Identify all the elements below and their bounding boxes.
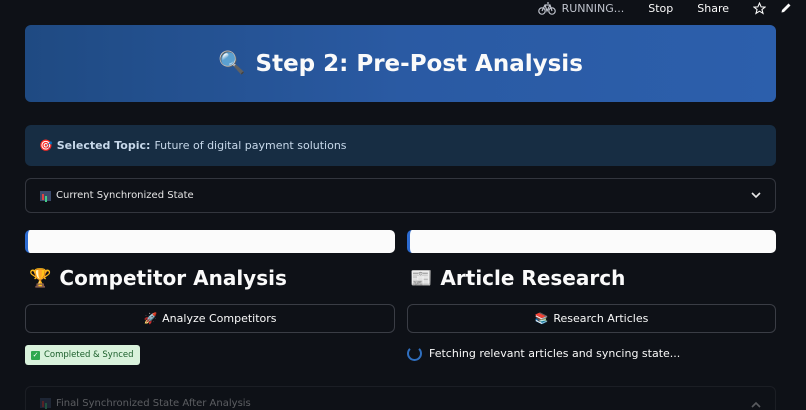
star-icon[interactable]	[753, 1, 766, 15]
newspaper-icon: 📰	[410, 267, 433, 289]
chevron-down-icon	[751, 189, 761, 202]
articles-section-title: 📰 Article Research	[410, 266, 625, 290]
competitor-title-text: Competitor Analysis	[59, 266, 287, 290]
pencil-icon[interactable]	[780, 2, 792, 14]
chart-icon	[40, 190, 51, 201]
final-state-expander-label: Final Synchronized State After Analysis	[56, 398, 251, 409]
trophy-icon: 🏆	[29, 267, 52, 289]
chevron-up-icon	[751, 398, 761, 410]
target-icon: 🎯	[39, 139, 53, 152]
research-articles-button[interactable]: 📚 Research Articles	[407, 304, 776, 333]
rocket-icon: 🚀	[143, 312, 158, 325]
app-toolbar: RUNNING... Stop Share	[537, 0, 806, 16]
page-title: Step 2: Pre-Post Analysis	[255, 50, 583, 77]
running-status-label: RUNNING...	[561, 1, 625, 15]
magnifier-icon: 🔍	[218, 51, 246, 76]
analyze-competitors-label: Analyze Competitors	[162, 312, 277, 325]
page-header-banner: 🔍 Step 2: Pre-Post Analysis	[25, 25, 776, 102]
bicycle-icon	[537, 2, 556, 15]
competitor-empty-box	[25, 230, 395, 253]
spinner-icon	[407, 346, 422, 361]
articles-status-label: Fetching relevant articles and syncing s…	[429, 347, 681, 360]
stop-button[interactable]: Stop	[648, 2, 673, 15]
selected-topic-label: Selected Topic:	[56, 139, 151, 152]
current-state-expander[interactable]: Current Synchronized State	[25, 178, 776, 213]
selected-topic-value: Future of digital payment solutions	[154, 139, 347, 152]
chart-icon	[40, 398, 51, 408]
competitor-status-label: Completed & Synced	[44, 350, 134, 360]
running-status: RUNNING...	[537, 1, 625, 15]
research-articles-label: Research Articles	[553, 312, 649, 325]
checkmark-icon: ✓	[31, 350, 40, 360]
competitor-status-badge: ✓ Completed & Synced	[25, 345, 140, 365]
articles-title-text: Article Research	[440, 266, 626, 290]
analyze-competitors-button[interactable]: 🚀 Analyze Competitors	[25, 304, 395, 333]
final-state-expander[interactable]: Final Synchronized State After Analysis	[25, 386, 776, 410]
selected-topic-info: 🎯 Selected Topic: Future of digital paym…	[25, 125, 776, 166]
share-button[interactable]: Share	[697, 2, 729, 15]
current-state-expander-label: Current Synchronized State	[56, 190, 194, 201]
articles-status: Fetching relevant articles and syncing s…	[407, 346, 680, 361]
competitor-section-title: 🏆 Competitor Analysis	[29, 266, 287, 290]
articles-empty-box	[407, 230, 776, 253]
books-icon: 📚	[534, 312, 549, 325]
